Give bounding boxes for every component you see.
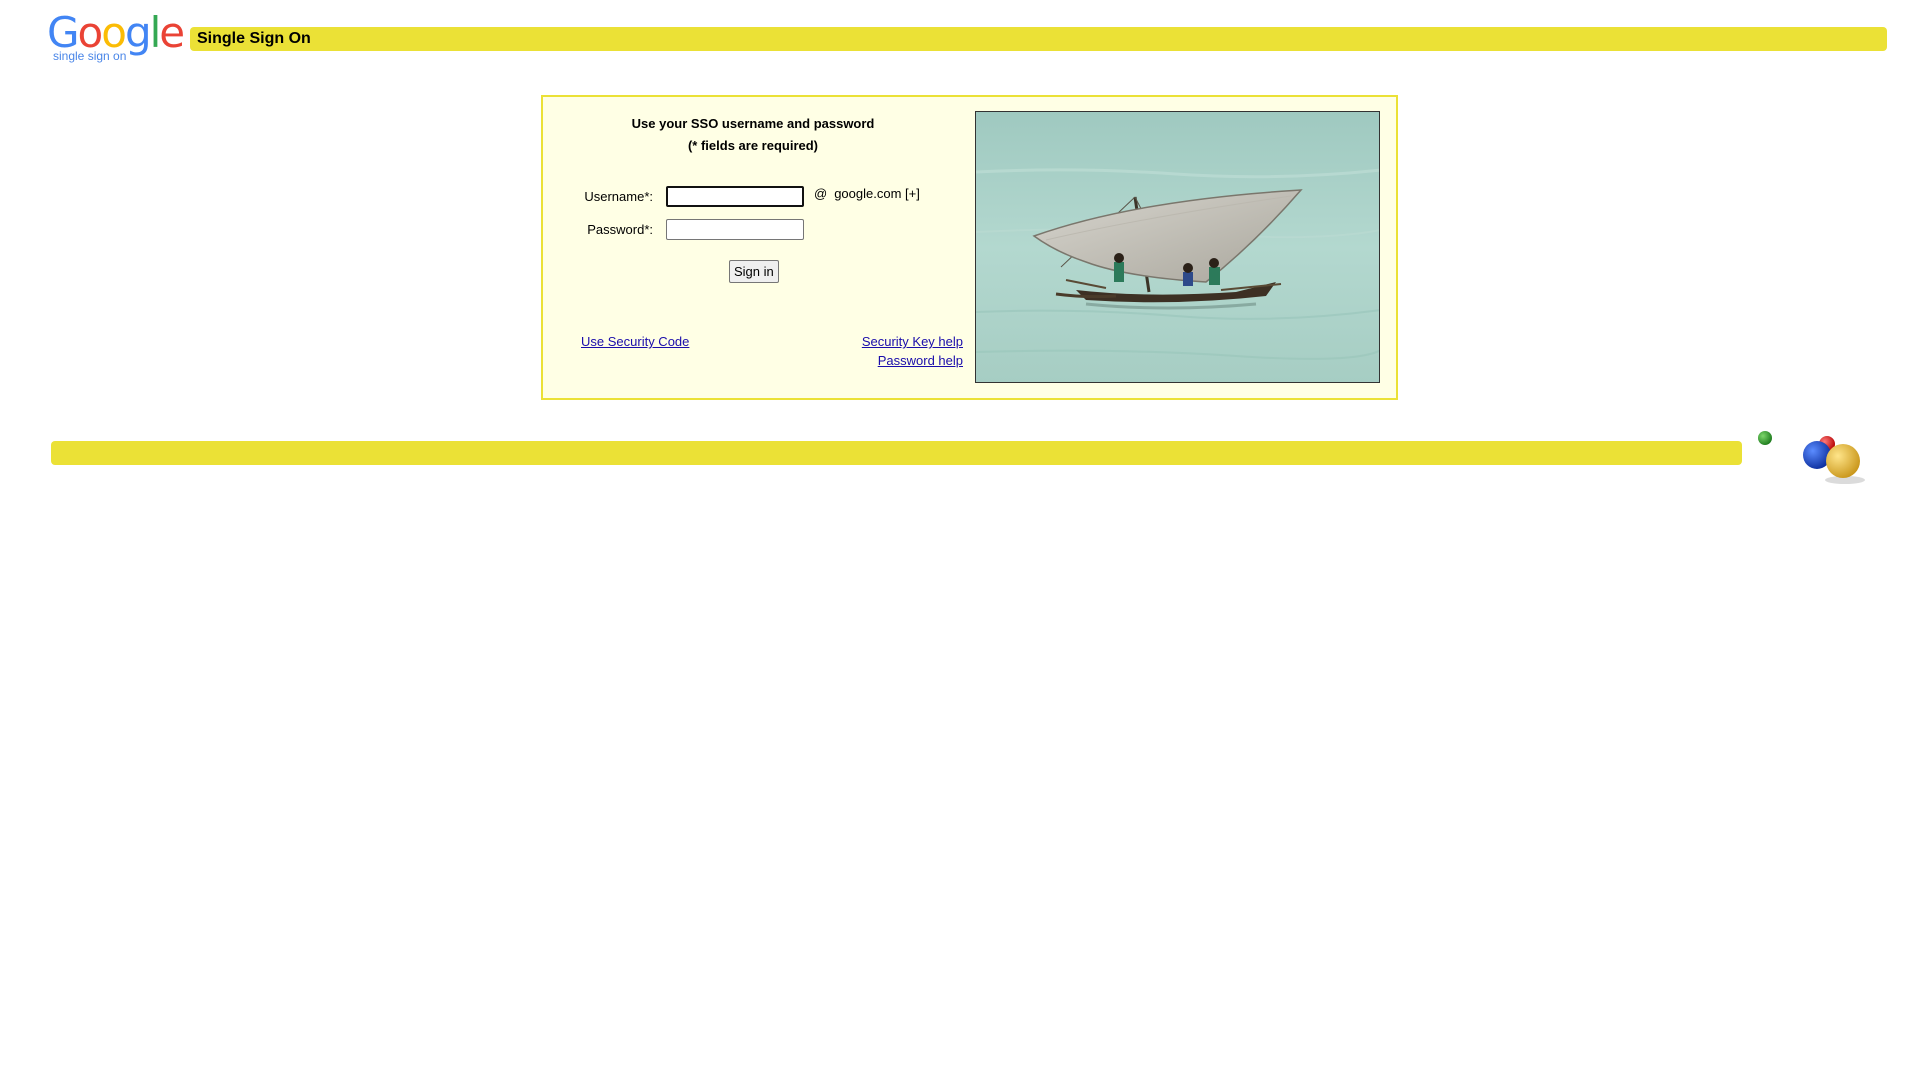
page-header: Google single sign on Single Sign On (47, 8, 1887, 65)
logo-subtitle: single sign on (53, 49, 127, 63)
sign-in-button[interactable]: Sign in (729, 260, 779, 283)
instruction-text: Use your SSO username and password (631, 116, 875, 131)
security-key-help-link[interactable]: Security Key help (862, 334, 963, 349)
sailboat-photo (975, 111, 1380, 383)
use-security-code-link[interactable]: Use Security Code (581, 334, 689, 349)
domain-selector[interactable]: google.com [+] (834, 186, 920, 201)
login-form: Use your SSO username and password (* fi… (543, 97, 963, 397)
password-label: Password*: (587, 222, 653, 237)
page-title: Single Sign On (190, 27, 1887, 51)
password-input[interactable] (666, 219, 804, 240)
username-input[interactable] (666, 186, 804, 207)
footer-bar (51, 441, 1742, 465)
username-label: Username*: (584, 189, 653, 204)
login-panel: Use your SSO username and password (* fi… (541, 95, 1398, 400)
decorative-balls-icon (1755, 428, 1875, 488)
required-fields-note: (* fields are required) (687, 138, 819, 153)
domain-suffix: @ google.com [+] (814, 186, 920, 201)
password-help-link[interactable]: Password help (878, 353, 963, 368)
at-sign: @ (814, 186, 828, 201)
google-logo: Google single sign on (47, 8, 187, 65)
sailboat-image (976, 112, 1379, 382)
instructions: Use your SSO username and password (* fi… (543, 113, 963, 157)
